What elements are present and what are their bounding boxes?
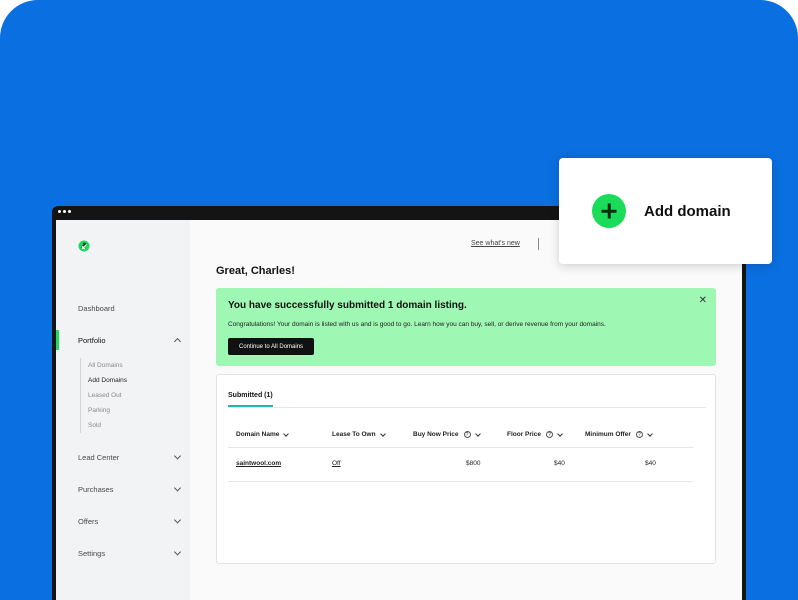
- chevron-down-icon: [474, 430, 481, 437]
- alert-title: You have successfully submitted 1 domain…: [228, 300, 467, 311]
- column-label: Lease To Own: [332, 431, 376, 438]
- column-label: Floor Price: [507, 431, 541, 438]
- sidebar-item-label: Dashboard: [78, 303, 115, 313]
- whats-new-link[interactable]: See what's new: [471, 240, 520, 247]
- sidebar-item-label: Lead Center: [78, 452, 120, 462]
- chevron-down-icon: [173, 484, 182, 492]
- cell-floor-price: $40: [554, 460, 565, 467]
- sidebar-nav: Dashboard Portfolio All Domains Add Doma…: [56, 292, 190, 569]
- column-header-buy-now-price[interactable]: Buy Now Price ?: [413, 430, 481, 438]
- cell-minimum-offer: $40: [645, 460, 656, 467]
- portfolio-subnav: All Domains Add Domains Leased Out Parki…: [80, 358, 190, 433]
- sidebar-item-label: Purchases: [78, 484, 114, 494]
- help-icon[interactable]: ?: [463, 431, 471, 438]
- sidebar-item-label: Portfolio: [78, 335, 106, 345]
- subnav-item-all-domains[interactable]: All Domains: [88, 358, 190, 373]
- close-icon[interactable]: ✕: [699, 295, 707, 306]
- domains-panel: Submitted (1) Domain Name Lease To Own B…: [216, 374, 716, 564]
- app-screen: Dashboard Portfolio All Domains Add Doma…: [56, 220, 742, 600]
- sidebar-item-portfolio[interactable]: Portfolio: [56, 324, 190, 356]
- plus-icon: [592, 194, 626, 228]
- help-icon[interactable]: ?: [635, 431, 643, 438]
- table-header-divider: [228, 447, 694, 448]
- column-header-lease-to-own[interactable]: Lease To Own: [332, 430, 386, 438]
- chevron-down-icon: [379, 430, 386, 437]
- chevron-down-icon: [173, 452, 182, 460]
- sidebar-item-lead-center[interactable]: Lead Center: [56, 441, 190, 473]
- add-domain-label: Add domain: [644, 203, 731, 220]
- sidebar: Dashboard Portfolio All Domains Add Doma…: [56, 220, 190, 600]
- subnav-item-leased-out[interactable]: Leased Out: [88, 388, 190, 403]
- chevron-down-icon: [647, 430, 653, 437]
- subnav-item-parking[interactable]: Parking: [88, 403, 190, 418]
- cell-buy-now-price: $800: [466, 460, 481, 467]
- alert-message: Congratulations! Your domain is listed w…: [228, 321, 606, 328]
- cell-domain-name[interactable]: saintwool.com: [236, 460, 281, 467]
- column-header-floor-price[interactable]: Floor Price ?: [507, 430, 563, 438]
- tab-divider: [228, 407, 706, 408]
- column-label: Buy Now Price: [413, 431, 459, 438]
- sidebar-item-dashboard[interactable]: Dashboard: [56, 292, 190, 324]
- table-row-divider: [228, 481, 694, 482]
- sidebar-item-settings[interactable]: Settings: [56, 537, 190, 569]
- main-content: See what's new Great, Charles! You have …: [190, 220, 742, 600]
- success-alert: You have successfully submitted 1 domain…: [216, 288, 716, 366]
- subnav-item-sold[interactable]: Sold: [88, 418, 190, 433]
- continue-button[interactable]: Continue to All Domains: [228, 338, 315, 355]
- header-divider: [538, 238, 539, 250]
- help-icon[interactable]: ?: [545, 431, 553, 438]
- sidebar-item-label: Offers: [78, 516, 99, 526]
- laptop-frame: Dashboard Portfolio All Domains Add Doma…: [52, 206, 746, 600]
- sidebar-item-offers[interactable]: Offers: [56, 505, 190, 537]
- window-dots: [58, 210, 71, 213]
- chevron-down-icon: [283, 430, 290, 437]
- page-title: Great, Charles!: [216, 265, 295, 277]
- logo-icon[interactable]: [78, 240, 90, 252]
- chevron-down-icon: [173, 548, 182, 556]
- column-label: Domain Name: [236, 431, 280, 438]
- chevron-up-icon: [173, 337, 182, 346]
- column-label: Minimum Offer: [585, 431, 631, 438]
- tab-submitted[interactable]: Submitted (1): [228, 392, 273, 399]
- cell-lease-to-own[interactable]: Off: [332, 460, 341, 467]
- column-header-minimum-offer[interactable]: Minimum Offer ?: [585, 430, 653, 438]
- background-card: Dashboard Portfolio All Domains Add Doma…: [0, 0, 798, 600]
- chevron-down-icon: [173, 516, 182, 524]
- chevron-down-icon: [557, 430, 563, 437]
- column-header-domain-name[interactable]: Domain Name: [236, 430, 290, 438]
- add-domain-card[interactable]: Add domain: [559, 158, 772, 264]
- sidebar-item-purchases[interactable]: Purchases: [56, 473, 190, 505]
- sidebar-item-label: Settings: [78, 548, 106, 558]
- subnav-item-add-domains[interactable]: Add Domains: [88, 373, 190, 388]
